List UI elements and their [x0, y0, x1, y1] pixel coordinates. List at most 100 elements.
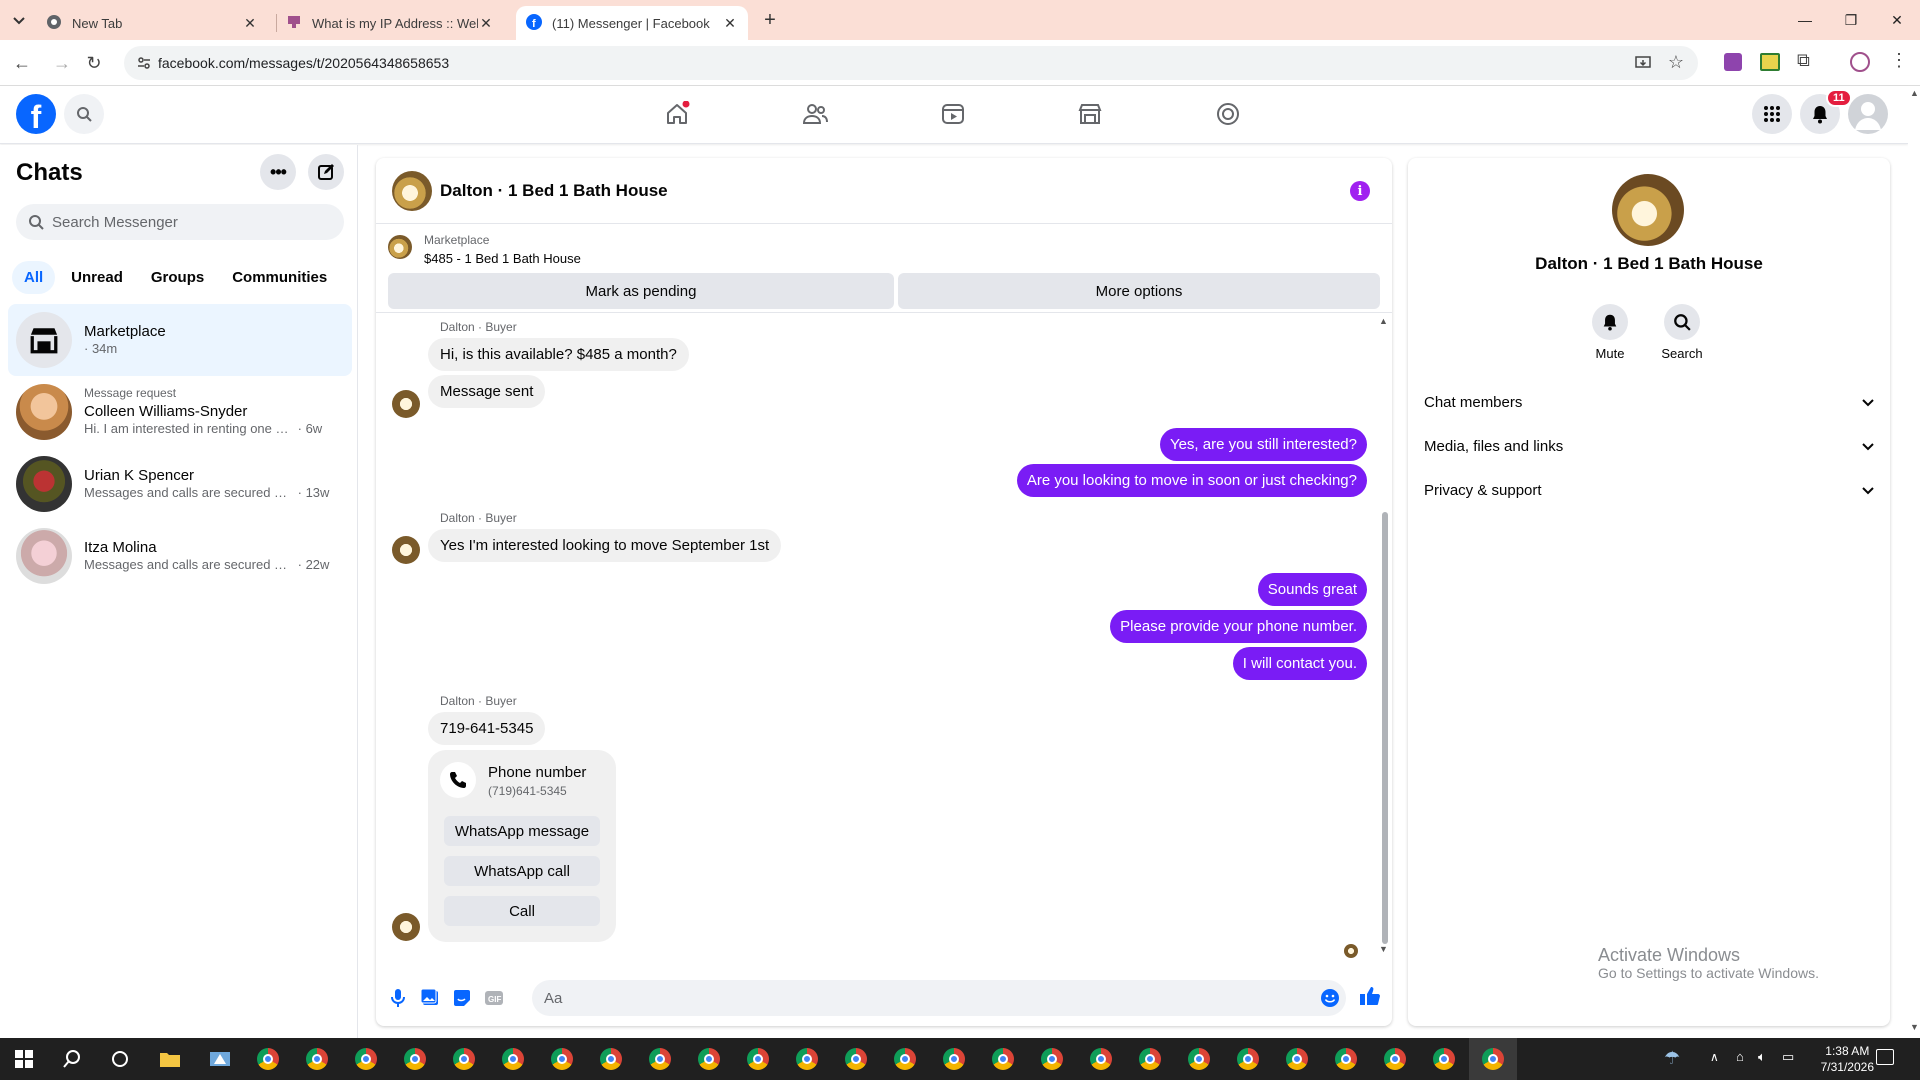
close-tab-icon[interactable]: ✕ [242, 15, 258, 32]
mark-as-pending-button[interactable]: Mark as pending [388, 273, 894, 309]
chrome-icon[interactable] [1273, 1038, 1321, 1080]
close-tab-icon[interactable]: ✕ [722, 15, 738, 32]
new-message-icon[interactable] [308, 154, 344, 190]
site-info-icon[interactable] [136, 55, 152, 71]
minimize-icon[interactable]: — [1782, 0, 1828, 40]
chrome-icon[interactable] [1224, 1038, 1272, 1080]
notification-center-icon[interactable] [1876, 1049, 1894, 1065]
emoji-icon[interactable] [1320, 988, 1340, 1012]
message-input[interactable]: Aa [532, 980, 1346, 1016]
tab-ip-address[interactable]: What is my IP Address :: WebBr ✕ [276, 6, 504, 40]
chrome-icon[interactable] [440, 1038, 488, 1080]
whatsapp-message-button[interactable]: WhatsApp message [444, 816, 600, 846]
chrome-icon[interactable] [1028, 1038, 1076, 1080]
message-scrollbar[interactable]: ▲ ▼ [1379, 316, 1389, 954]
filter-groups[interactable]: Groups [139, 261, 216, 294]
sticker-icon[interactable] [450, 986, 474, 1010]
extensions-puzzle-icon[interactable]: ⧉ [1797, 50, 1810, 71]
whatsapp-call-button[interactable]: WhatsApp call [444, 856, 600, 886]
profile-icon[interactable] [1850, 52, 1870, 72]
chat-item-colleen[interactable]: Message request Colleen Williams-Snyder … [8, 376, 352, 448]
page-scrollbar[interactable]: ▲ ▼ [1908, 86, 1920, 1038]
photo-icon[interactable] [418, 986, 442, 1010]
friends-icon[interactable] [797, 96, 833, 132]
task-view-icon[interactable] [96, 1038, 144, 1080]
info-icon[interactable]: i [1350, 181, 1370, 201]
weather-icon[interactable]: ☂ [1664, 1048, 1680, 1069]
call-button[interactable]: Call [444, 896, 600, 926]
tab-search-icon[interactable] [8, 10, 30, 32]
thumbs-up-icon[interactable] [1358, 984, 1382, 1008]
install-app-icon[interactable] [1634, 54, 1652, 75]
chrome-icon[interactable] [783, 1038, 831, 1080]
volume-icon[interactable]: 🔈︎ [1758, 1049, 1766, 1065]
close-window-icon[interactable]: ✕ [1874, 0, 1920, 40]
chat-item-itza[interactable]: Itza Molina Messages and calls are secur… [8, 520, 352, 592]
chrome-icon[interactable] [1126, 1038, 1174, 1080]
filter-all[interactable]: All [12, 261, 56, 294]
windows-start-icon[interactable] [0, 1038, 48, 1080]
menu-grid-icon[interactable] [1752, 94, 1792, 134]
mute-action[interactable]: Mute [1580, 304, 1640, 361]
chrome-icon[interactable] [293, 1038, 341, 1080]
chrome-icon[interactable] [832, 1038, 880, 1080]
new-tab-icon[interactable]: + [758, 8, 782, 32]
scroll-down-icon[interactable]: ▼ [1379, 944, 1388, 954]
account-avatar[interactable] [1848, 94, 1888, 134]
chrome-icon-active[interactable] [1469, 1038, 1517, 1080]
filter-unread[interactable]: Unread [59, 261, 135, 294]
more-options-button[interactable]: More options [898, 273, 1380, 309]
chrome-icon[interactable] [881, 1038, 929, 1080]
back-icon[interactable]: ← [10, 51, 34, 75]
chrome-icon[interactable] [538, 1038, 586, 1080]
gif-icon[interactable]: GIF [482, 986, 506, 1010]
search-action[interactable]: Search [1652, 304, 1712, 361]
chrome-icon[interactable] [930, 1038, 978, 1080]
bookmark-star-icon[interactable]: ☆ [1668, 52, 1684, 73]
scroll-up-icon[interactable]: ▲ [1379, 316, 1388, 326]
filter-communities[interactable]: Communities [220, 261, 339, 294]
section-media-files-links[interactable]: Media, files and links [1424, 424, 1874, 468]
chrome-icon[interactable] [979, 1038, 1027, 1080]
chrome-icon[interactable] [342, 1038, 390, 1080]
chrome-icon[interactable] [1322, 1038, 1370, 1080]
network-icon[interactable]: ⌂ [1736, 1049, 1744, 1064]
conversation-avatar[interactable] [392, 171, 432, 211]
close-tab-icon[interactable]: ✕ [478, 15, 494, 32]
chat-item-urian[interactable]: Urian K Spencer Messages and calls are s… [8, 448, 352, 520]
scroll-down-icon[interactable]: ▼ [1910, 1022, 1919, 1032]
forward-icon[interactable]: → [50, 51, 74, 75]
gaming-icon[interactable] [1210, 96, 1246, 132]
chrome-icon[interactable] [685, 1038, 733, 1080]
home-icon[interactable] [659, 96, 695, 132]
chrome-icon[interactable] [587, 1038, 635, 1080]
menu-kebab-icon[interactable]: ⋮ [1890, 50, 1908, 71]
section-privacy-support[interactable]: Privacy & support [1424, 468, 1874, 512]
marketplace-icon[interactable] [1072, 96, 1108, 132]
chat-item-marketplace[interactable]: Marketplace · 34m [8, 304, 352, 376]
chrome-icon[interactable] [1175, 1038, 1223, 1080]
tray-chevron-up-icon[interactable]: ∧ [1710, 1050, 1719, 1064]
scroll-up-icon[interactable]: ▲ [1910, 88, 1919, 98]
chrome-icon[interactable] [1077, 1038, 1125, 1080]
display-icon[interactable]: ▭ [1782, 1049, 1794, 1065]
search-icon[interactable] [64, 94, 104, 134]
tab-new-tab[interactable]: New Tab ✕ [36, 6, 268, 40]
video-icon[interactable] [935, 96, 971, 132]
microphone-icon[interactable] [386, 986, 410, 1010]
extension-icon[interactable] [1724, 53, 1742, 71]
file-explorer-icon[interactable] [146, 1038, 194, 1080]
chrome-icon[interactable] [1371, 1038, 1419, 1080]
app-icon[interactable] [196, 1038, 244, 1080]
search-messenger-input[interactable]: Search Messenger [16, 204, 344, 240]
extension-icon[interactable] [1760, 53, 1780, 71]
more-options-icon[interactable]: ••• [260, 154, 296, 190]
listing-title[interactable]: $485 - 1 Bed 1 Bath House [424, 251, 581, 266]
chrome-icon[interactable] [489, 1038, 537, 1080]
section-chat-members[interactable]: Chat members [1424, 380, 1874, 424]
chrome-icon[interactable] [636, 1038, 684, 1080]
url-bar[interactable]: facebook.com/messages/t/2020564348658653… [124, 46, 1698, 80]
chrome-icon[interactable] [391, 1038, 439, 1080]
chrome-icon[interactable] [1420, 1038, 1468, 1080]
scrollbar-thumb[interactable] [1382, 512, 1388, 944]
